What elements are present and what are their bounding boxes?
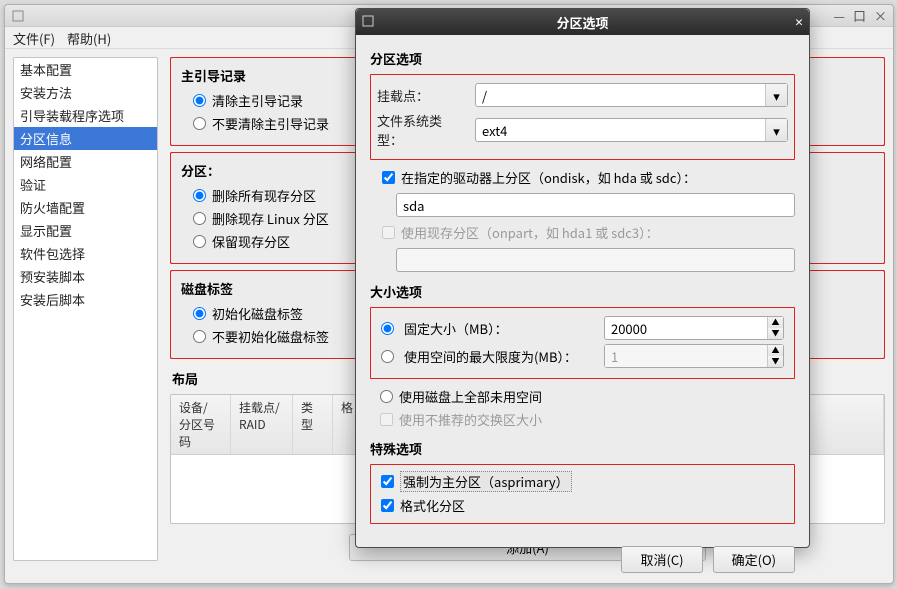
mbr-clear-radio[interactable]: [193, 94, 206, 107]
size-fixed-value: 20000: [605, 317, 767, 339]
onpart-input: [396, 248, 795, 272]
size-fixed-spin[interactable]: 20000 ▲▼: [604, 316, 784, 340]
menu-help[interactable]: 帮助(H): [67, 29, 111, 46]
mount-combo[interactable]: / ▾: [475, 83, 788, 107]
app-icon: [11, 9, 25, 23]
spin-up-icon: ▲: [768, 345, 783, 356]
ondisk-label: 在指定的驱动器上分区（ondisk，如 hda 或 sdc）：: [401, 168, 696, 187]
size-box: 固定大小（MB）： 20000 ▲▼ 使用空间的最大限度为(MB）： 1 ▲▼: [370, 307, 795, 379]
close-button[interactable]: ×: [874, 6, 887, 25]
asprimary-label: 强制为主分区（asprimary）: [400, 471, 572, 492]
minimize-button[interactable]: —: [833, 6, 845, 25]
mbr-keep-label: 不要清除主引导记录: [212, 114, 329, 133]
onpart-check: [382, 226, 395, 239]
size-grow-label: 使用空间的最大限度为(MB）：: [404, 347, 594, 366]
sidebar-item-packages[interactable]: 软件包选择: [14, 242, 157, 265]
size-grow-radio[interactable]: [381, 350, 394, 363]
disk-noinit-radio[interactable]: [193, 330, 206, 343]
sidebar-item-auth[interactable]: 验证: [14, 173, 157, 196]
dialog-titlebar: 分区选项 ✕: [356, 9, 809, 35]
mount-value: /: [476, 86, 765, 105]
format-check[interactable]: [381, 499, 394, 512]
size-noswap-check: [380, 413, 393, 426]
dialog-close-icon[interactable]: ✕: [795, 15, 803, 30]
chevron-down-icon: ▾: [765, 84, 787, 106]
mount-fs-box: 挂载点： / ▾ 文件系统类型： ext4 ▾: [370, 74, 795, 160]
format-label: 格式化分区: [400, 496, 465, 515]
size-fixed-label: 固定大小（MB）：: [404, 319, 594, 338]
disk-init-label: 初始化磁盘标签: [212, 304, 303, 323]
col-mount[interactable]: 挂载点/ RAID: [231, 395, 293, 454]
size-grow-value: 1: [605, 345, 767, 367]
mbr-clear-label: 清除主引导记录: [212, 91, 303, 110]
col-type[interactable]: 类型: [293, 395, 333, 454]
special-title: 特殊选项: [370, 439, 795, 458]
sidebar-item-firewall[interactable]: 防火墙配置: [14, 196, 157, 219]
mount-label: 挂载点：: [377, 86, 465, 105]
size-fill-label: 使用磁盘上全部未用空间: [399, 387, 542, 406]
col-device[interactable]: 设备/ 分区号码: [171, 395, 231, 454]
fs-value: ext4: [476, 121, 765, 140]
sidebar-item-install[interactable]: 安装方法: [14, 81, 157, 104]
part-dellinux-radio[interactable]: [193, 212, 206, 225]
section-part-title: 分区选项: [370, 49, 795, 68]
mbr-keep-radio[interactable]: [193, 117, 206, 130]
onpart-label: 使用现存分区（onpart，如 hda1 或 sdc3）：: [401, 223, 659, 242]
asprimary-check[interactable]: [381, 475, 394, 488]
maximize-button[interactable]: 口: [853, 6, 866, 25]
ondisk-check[interactable]: [382, 171, 395, 184]
disk-noinit-label: 不要初始化磁盘标签: [212, 327, 329, 346]
size-grow-spin: 1 ▲▼: [604, 344, 784, 368]
sidebar-item-prescript[interactable]: 预安装脚本: [14, 265, 157, 288]
part-delall-label: 删除所有现存分区: [212, 186, 316, 205]
sidebar-item-display[interactable]: 显示配置: [14, 219, 157, 242]
part-keep-label: 保留现存分区: [212, 232, 290, 251]
sidebar-item-partition[interactable]: 分区信息: [14, 127, 157, 150]
sidebar-item-network[interactable]: 网络配置: [14, 150, 157, 173]
special-box: 强制为主分区（asprimary） 格式化分区: [370, 464, 795, 524]
size-title: 大小选项: [370, 282, 795, 301]
fs-combo[interactable]: ext4 ▾: [475, 118, 788, 142]
sidebar-item-postscript[interactable]: 安装后脚本: [14, 288, 157, 311]
part-dellinux-label: 删除现存 Linux 分区: [212, 209, 329, 228]
partition-options-dialog: 分区选项 ✕ 分区选项 挂载点： / ▾ 文件系统类型： ext4 ▾ 在指定的…: [355, 8, 810, 548]
ok-button[interactable]: 确定(O): [713, 546, 795, 573]
chevron-down-icon: ▾: [765, 119, 787, 141]
dialog-icon: [362, 15, 376, 29]
ondisk-input[interactable]: [396, 193, 795, 217]
spin-up-icon[interactable]: ▲: [768, 317, 783, 328]
size-noswap-label: 使用不推荐的交换区大小: [399, 410, 542, 429]
disk-init-radio[interactable]: [193, 307, 206, 320]
part-keep-radio[interactable]: [193, 235, 206, 248]
cancel-button[interactable]: 取消(C): [621, 546, 702, 573]
sidebar-item-basic[interactable]: 基本配置: [14, 58, 157, 81]
dialog-title-text: 分区选项: [556, 13, 608, 32]
fs-label: 文件系统类型：: [377, 111, 465, 149]
size-fill-radio[interactable]: [380, 390, 393, 403]
menu-file[interactable]: 文件(F): [13, 29, 55, 46]
sidebar-item-bootloader[interactable]: 引导装载程序选项: [14, 104, 157, 127]
sidebar: 基本配置 安装方法 引导装载程序选项 分区信息 网络配置 验证 防火墙配置 显示…: [13, 57, 158, 561]
spin-down-icon[interactable]: ▼: [768, 328, 783, 339]
spin-down-icon: ▼: [768, 356, 783, 367]
part-delall-radio[interactable]: [193, 189, 206, 202]
size-fixed-radio[interactable]: [381, 322, 394, 335]
